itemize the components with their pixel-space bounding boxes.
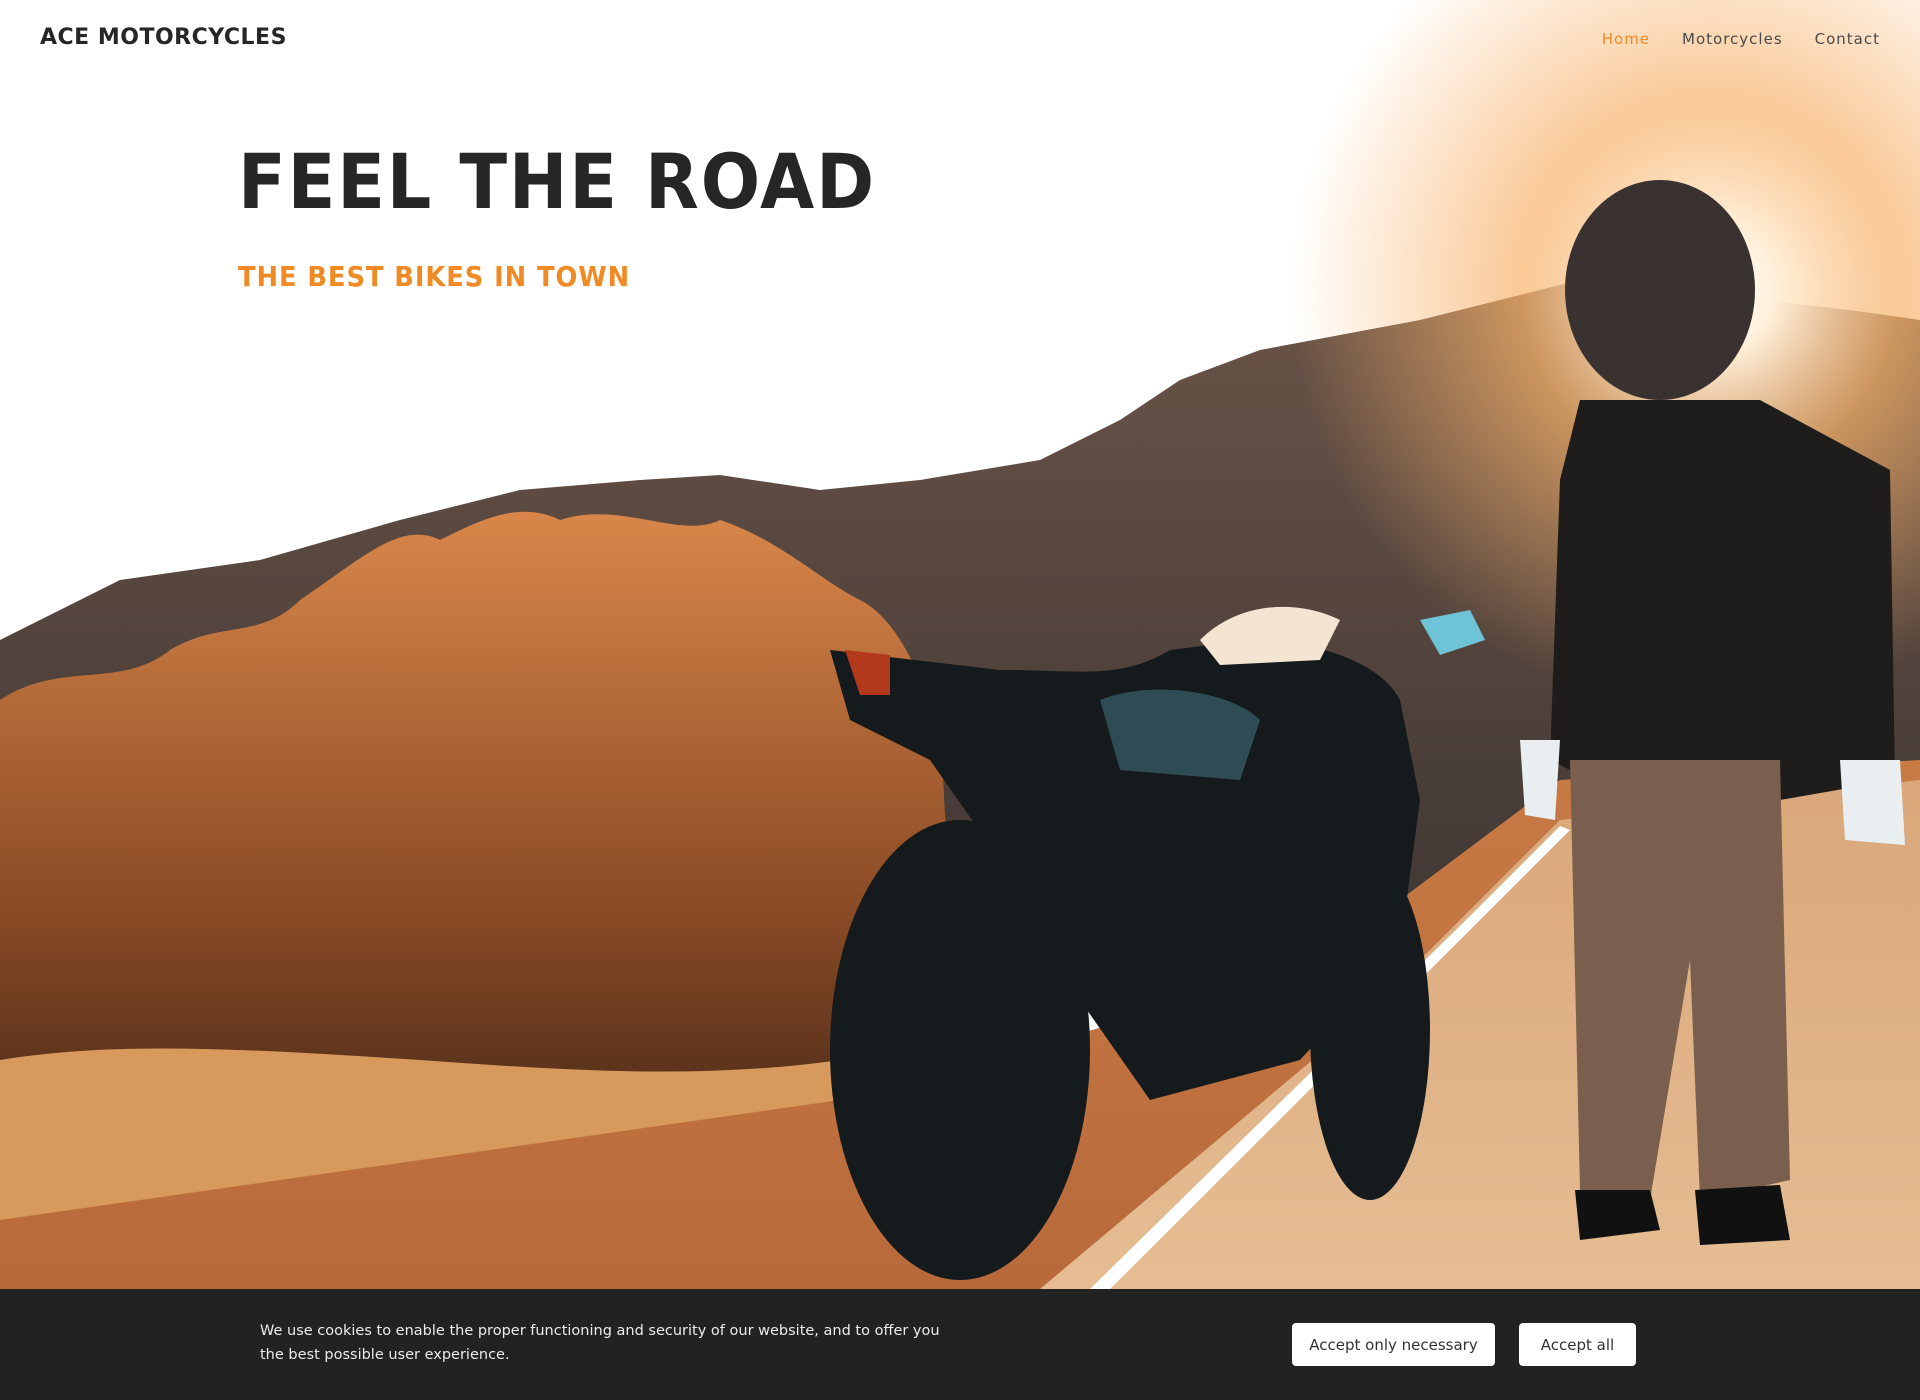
- nav-home[interactable]: Home: [1602, 30, 1650, 48]
- nav-motorcycles[interactable]: Motorcycles: [1682, 30, 1783, 48]
- cookie-message: We use cookies to enable the proper func…: [260, 1323, 940, 1363]
- main-nav: Home Motorcycles Contact: [1602, 30, 1880, 48]
- accept-all-button[interactable]: Accept all: [1519, 1323, 1636, 1366]
- cookie-banner: We use cookies to enable the proper func…: [0, 1289, 1920, 1400]
- site-header: ACE MOTORCYCLES Home Motorcycles Contact: [0, 0, 1920, 78]
- brand-logo[interactable]: ACE MOTORCYCLES: [40, 25, 287, 50]
- accept-necessary-button[interactable]: Accept only necessary: [1292, 1323, 1495, 1366]
- hero-title: FEEL THE ROAD: [238, 137, 876, 226]
- nav-contact[interactable]: Contact: [1815, 30, 1880, 48]
- hero-subtitle: THE BEST BIKES IN TOWN: [238, 259, 631, 293]
- hero-section: FEEL THE ROAD THE BEST BIKES IN TOWN: [238, 140, 931, 293]
